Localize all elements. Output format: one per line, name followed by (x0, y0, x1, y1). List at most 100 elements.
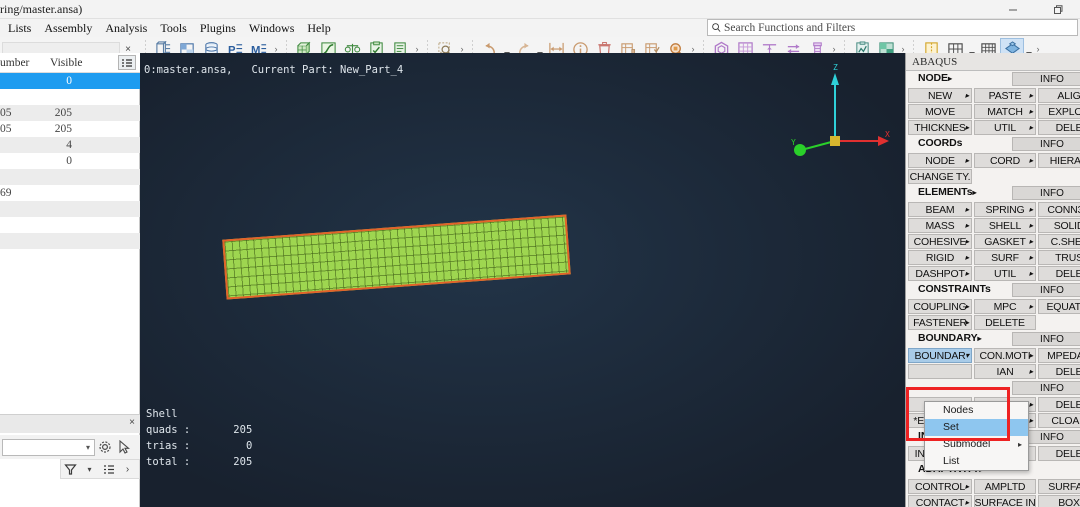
grid-options-icon[interactable] (118, 55, 136, 70)
table-row[interactable] (0, 233, 140, 249)
button-equation[interactable]: EQUATIO (1038, 299, 1080, 314)
button-cshell[interactable]: C.SHEL (1038, 234, 1080, 249)
maximize-button[interactable] (1035, 0, 1080, 19)
table-row[interactable]: 0 (0, 73, 140, 89)
right-panel: ABAQUS NODE▸ INFO NEW ▸ PASTE ▸ ALIG MOVE … (905, 53, 1080, 507)
button-shell[interactable]: SHELL ▸ (974, 218, 1036, 233)
table-row[interactable]: 69 (0, 185, 140, 201)
button-delete-elem[interactable]: DELE (1038, 266, 1080, 281)
button-delete-boundary[interactable]: DELE (1038, 364, 1080, 379)
search-placeholder: Search Functions and Filters (724, 21, 856, 34)
button-hierarchy[interactable]: HIERAR (1038, 153, 1080, 168)
button-amplitude[interactable]: AMPLTD (974, 479, 1036, 494)
button-thickness[interactable]: THICKNES ▸ (908, 120, 972, 135)
viewport-3d[interactable]: 0:master.ansa, Current Part: New_Part_4 … (140, 53, 905, 507)
section-title-node: NODE▸ (918, 72, 952, 84)
button-util[interactable]: UTIL ▸ (974, 120, 1036, 135)
button-delete[interactable]: DELE (1038, 120, 1080, 135)
title-bar: ring/master.ansa) (0, 0, 1080, 19)
button-contact[interactable]: CONTACT ▸ (908, 495, 972, 507)
menu-item-windows[interactable]: Windows (243, 20, 302, 37)
table-row[interactable]: 0 (0, 153, 140, 169)
svg-text:Z: Z (833, 63, 838, 72)
cell-visible: 4 (66, 139, 72, 151)
info-button-constraints[interactable]: INFO (1012, 283, 1080, 297)
info-button-node[interactable]: INFO (1012, 72, 1080, 86)
search-input[interactable]: Search Functions and Filters (707, 19, 1078, 36)
button-lagrangian[interactable]: IAN ▸ (974, 364, 1036, 379)
menu-item-assembly[interactable]: Assembly (38, 20, 99, 37)
button-match[interactable]: MATCH ▸ (974, 104, 1036, 119)
gear-icon[interactable] (95, 438, 114, 457)
menu-item-lists[interactable]: Lists (2, 20, 38, 37)
button-mpc[interactable]: MPC ▸ (974, 299, 1036, 314)
list-icon[interactable] (99, 460, 118, 479)
submenu-arrow-icon: ▸ (1017, 440, 1022, 449)
button-boundary-blank[interactable] (908, 364, 972, 379)
button-boundary[interactable]: BOUNDAR ▾ (908, 348, 972, 363)
menu-item-plugins[interactable]: Plugins (194, 20, 243, 37)
menu-item-tools[interactable]: Tools (154, 20, 194, 37)
table-row[interactable]: 05 205 (0, 121, 140, 137)
button-coupling[interactable]: COUPLING ▸ (908, 299, 972, 314)
button-surface[interactable]: SURFAC (1038, 479, 1080, 494)
close-icon[interactable]: × (129, 417, 135, 428)
filter-icon[interactable] (61, 460, 80, 479)
menu-item-analysis[interactable]: Analysis (99, 20, 154, 37)
left-panel-controls: ▾ (0, 435, 140, 459)
button-delete-loads[interactable]: DELE (1038, 397, 1080, 412)
left-panel-combo[interactable]: ▾ (2, 438, 95, 456)
pointer-icon[interactable] (114, 438, 133, 457)
button-control[interactable]: CONTROL ▸ (908, 479, 972, 494)
button-gasket[interactable]: GASKET ▸ (974, 234, 1036, 249)
minimize-button[interactable] (990, 0, 1035, 19)
button-con-motion[interactable]: CON.MOTI ▸ (974, 348, 1036, 363)
button-cohesive[interactable]: COHESIVE ▸ (908, 234, 972, 249)
button-fastener[interactable]: FASTENER ▸ (908, 315, 972, 330)
button-node[interactable]: NODE ▸ (908, 153, 972, 168)
table-row[interactable]: 05 205 (0, 105, 140, 121)
button-util-elem[interactable]: UTIL ▸ (974, 266, 1036, 281)
button-spring[interactable]: SPRING ▸ (974, 202, 1036, 217)
menu-item-help[interactable]: Help (301, 20, 337, 37)
tab-abaqus[interactable]: ABAQUS (906, 53, 1080, 71)
button-surf[interactable]: SURF ▸ (974, 250, 1036, 265)
section-title-coords: COORDs (918, 137, 963, 149)
button-mass[interactable]: MASS ▸ (908, 218, 972, 233)
button-change-type[interactable]: CHANGE TY. (908, 169, 972, 184)
row-boundary-1: BOUNDAR▾ CON.MOTI▸ MPEDAN (906, 348, 1080, 364)
info-button-coords[interactable]: INFO (1012, 137, 1080, 151)
button-beam[interactable]: BEAM ▸ (908, 202, 972, 217)
button-align[interactable]: ALIG (1038, 88, 1080, 103)
button-delete-constraint[interactable]: DELETE (974, 315, 1036, 330)
button-conn3d[interactable]: CONN3D (1038, 202, 1080, 217)
button-new[interactable]: NEW ▸ (908, 88, 972, 103)
axis-triad: Z X Y (785, 63, 895, 163)
stats-row-quads: quads :205 (146, 424, 253, 436)
table-row[interactable] (0, 201, 140, 217)
table-row[interactable] (0, 169, 140, 185)
button-cord[interactable]: CORD ▸ (974, 153, 1036, 168)
mesh-model[interactable] (222, 214, 571, 300)
button-cload[interactable]: CLOAD (1038, 413, 1080, 428)
info-button-boundary[interactable]: INFO (1012, 332, 1080, 346)
menu-item-list[interactable]: List (925, 453, 1028, 470)
button-dashpot[interactable]: DASHPOT ▸ (908, 266, 972, 281)
button-mpedance[interactable]: MPEDAN (1038, 348, 1080, 363)
table-row[interactable] (0, 89, 140, 105)
button-truss[interactable]: TRUS (1038, 250, 1080, 265)
button-box[interactable]: BOX (1038, 495, 1080, 507)
button-move[interactable]: MOVE (908, 104, 972, 119)
info-button-elements[interactable]: INFO (1012, 186, 1080, 200)
table-row[interactable]: 4 (0, 137, 140, 153)
button-rigid[interactable]: RIGID ▸ (908, 250, 972, 265)
filter-dropdown-arrow[interactable]: ▾ (80, 460, 99, 479)
table-row[interactable] (0, 217, 140, 233)
button-solid[interactable]: SOLID (1038, 218, 1080, 233)
button-surface-interaction[interactable]: SURFACE IN (974, 495, 1036, 507)
button-explode[interactable]: EXPLOD (1038, 104, 1080, 119)
info-button-loads[interactable]: INFO (1012, 381, 1080, 395)
button-delete-init[interactable]: DELE (1038, 446, 1080, 461)
list-overflow-chevron[interactable]: › (118, 460, 137, 479)
button-paste[interactable]: PASTE ▸ (974, 88, 1036, 103)
